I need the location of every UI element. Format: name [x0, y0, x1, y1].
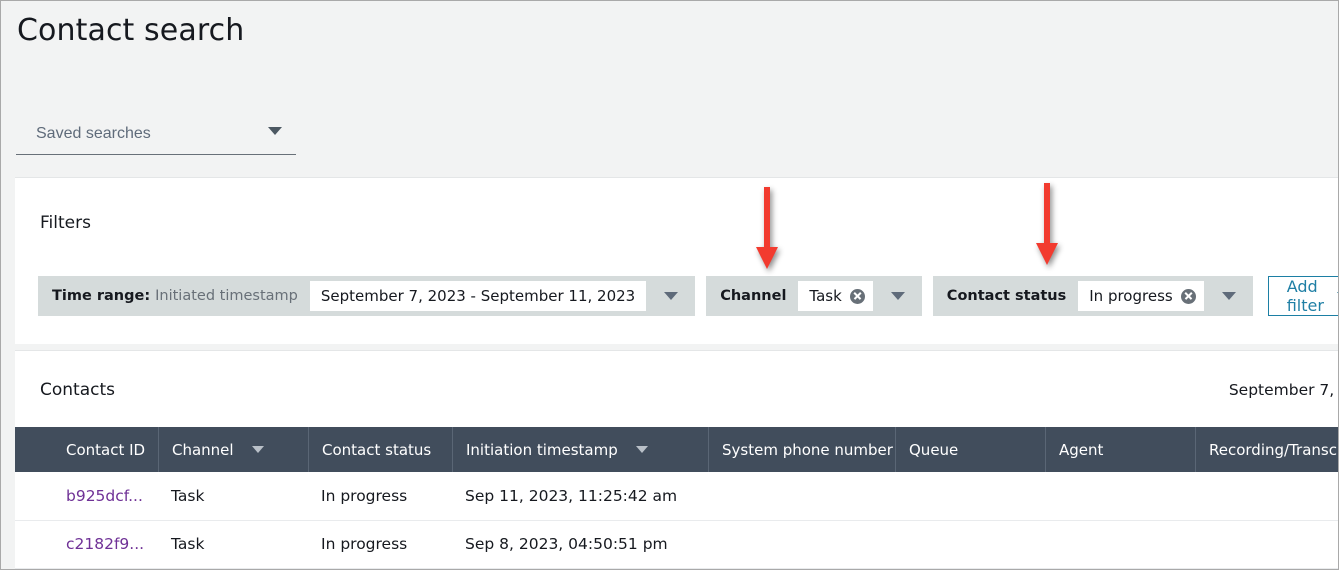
- arrow-channel-filter: [756, 187, 778, 269]
- table-header-contact-status[interactable]: Contact status: [308, 427, 452, 472]
- close-circle-icon[interactable]: [1180, 288, 1196, 304]
- filter-contact-status-chip-label: In progress: [1089, 287, 1173, 305]
- filter-time-range-value[interactable]: September 7, 2023 - September 11, 2023: [309, 281, 647, 311]
- cell-channel: Task: [171, 486, 205, 505]
- contact-id-link[interactable]: b925dcf...: [66, 487, 143, 505]
- cell-contact-status: In progress: [321, 486, 408, 505]
- cell-contact-id: b925dcf...: [53, 487, 158, 505]
- contacts-date-range: September 7, 2: [1228, 381, 1339, 399]
- filters-panel: Filters Time range: Initiated timestamp …: [15, 177, 1338, 344]
- filter-time-range[interactable]: Time range: Initiated timestamp Septembe…: [38, 276, 696, 316]
- filter-time-range-label: Time range:: [52, 288, 151, 304]
- chevron-down-icon[interactable]: [664, 292, 679, 300]
- contacts-table: Contact ID Channel Contact status Initia…: [15, 427, 1338, 569]
- filter-contact-status-label: Contact status: [946, 288, 1067, 304]
- saved-searches-label: Saved searches: [36, 124, 151, 142]
- table-header-queue[interactable]: Queue: [895, 427, 1045, 472]
- table-header-recording-transcript[interactable]: Recording/Transcrip: [1195, 427, 1338, 472]
- contact-id-link[interactable]: c2182f9...: [66, 535, 144, 553]
- cell-contact-id: c2182f9...: [53, 535, 158, 553]
- arrow-contact-status-filter: [1036, 183, 1058, 265]
- saved-searches-container: Saved searches: [16, 113, 296, 158]
- table-header-label: Agent: [1059, 440, 1104, 459]
- filter-channel[interactable]: Channel Task: [706, 276, 922, 316]
- sort-chevron-down-icon[interactable]: [251, 446, 264, 453]
- table-header-contact-id[interactable]: Contact ID: [53, 427, 158, 472]
- table-header-label: Queue: [909, 440, 959, 459]
- add-filter-label: Add filter: [1286, 277, 1324, 315]
- close-circle-icon[interactable]: [849, 288, 865, 304]
- filter-channel-chip[interactable]: Task: [798, 281, 873, 311]
- page-title: Contact search: [17, 13, 245, 48]
- cell-initiation-timestamp: Sep 11, 2023, 11:25:42 am: [465, 486, 678, 505]
- saved-searches-select[interactable]: Saved searches: [16, 113, 296, 155]
- filter-channel-chip-label: Task: [809, 287, 842, 305]
- table-header-label: Contact ID: [66, 440, 146, 459]
- chevron-down-icon[interactable]: [1221, 292, 1236, 300]
- contacts-panel: Contacts September 7, 2 Contact ID Chann…: [15, 350, 1339, 569]
- filter-row: Time range: Initiated timestamp Septembe…: [38, 276, 1338, 316]
- table-header-spacer: [15, 427, 53, 472]
- filter-contact-status[interactable]: Contact status In progress: [932, 276, 1253, 316]
- table-header-channel[interactable]: Channel: [158, 427, 308, 472]
- table-header-agent[interactable]: Agent: [1045, 427, 1195, 472]
- cell-initiation-timestamp: Sep 8, 2023, 04:50:51 pm: [465, 535, 668, 554]
- filter-channel-label: Channel: [720, 288, 787, 304]
- filter-time-range-sublabel: Initiated timestamp: [155, 288, 298, 304]
- table-header-label: Recording/Transcrip: [1209, 440, 1338, 459]
- contact-search-page: Contact search Saved searches Filters Ti…: [0, 0, 1339, 570]
- filters-heading: Filters: [40, 213, 91, 233]
- table-row[interactable]: c2182f9... Task In progress Sep 8, 2023,…: [15, 520, 1338, 569]
- table-header-label: Contact status: [322, 440, 432, 459]
- cell-contact-status: In progress: [321, 535, 408, 554]
- chevron-down-icon[interactable]: [890, 292, 905, 300]
- table-header-label: System phone number: [722, 440, 893, 459]
- add-filter-button[interactable]: Add filter: [1267, 276, 1338, 316]
- table-header-initiation-timestamp[interactable]: Initiation timestamp: [452, 427, 708, 472]
- table-header-label: Initiation timestamp: [466, 440, 618, 459]
- cell-channel: Task: [171, 535, 205, 554]
- contacts-heading: Contacts: [40, 380, 115, 400]
- sort-chevron-down-icon[interactable]: [635, 446, 648, 453]
- table-header-system-phone-number[interactable]: System phone number: [708, 427, 895, 472]
- chevron-down-icon: [268, 127, 282, 135]
- filter-contact-status-chip[interactable]: In progress: [1078, 281, 1204, 311]
- table-header-label: Channel: [172, 440, 234, 459]
- table-header-row: Contact ID Channel Contact status Initia…: [15, 427, 1338, 472]
- table-row[interactable]: b925dcf... Task In progress Sep 11, 2023…: [15, 472, 1338, 521]
